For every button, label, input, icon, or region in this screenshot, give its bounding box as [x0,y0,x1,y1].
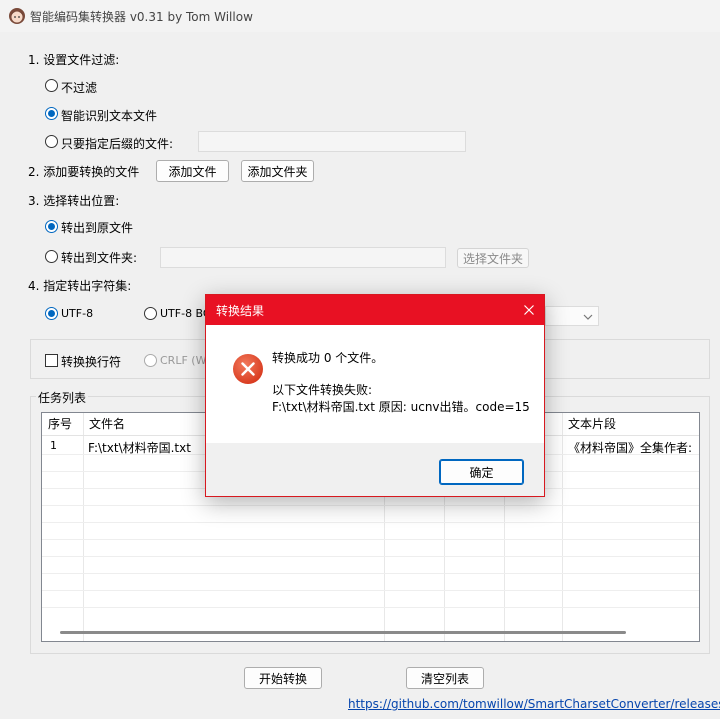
chevron-down-icon [582,311,594,321]
app-avatar-icon [8,7,26,25]
radio-utf8-bom-label: UTF-8 BO [160,307,212,320]
column-header-filename[interactable]: 文件名 [83,413,125,435]
radio-crlf[interactable] [144,354,157,367]
radio-no-filter[interactable] [45,79,58,92]
dialog-title-bar[interactable]: 转换结果 [206,295,544,325]
column-header-snippet[interactable]: 文本片段 [562,413,616,435]
add-folder-button[interactable]: 添加文件夹 [241,160,314,182]
start-convert-button[interactable]: 开始转换 [244,667,322,689]
choose-folder-button[interactable]: 选择文件夹 [457,248,529,268]
step2-label: 2. 添加要转换的文件 [28,165,140,179]
radio-output-folder[interactable] [45,250,58,263]
clear-list-button[interactable]: 清空列表 [406,667,484,689]
output-folder-input[interactable] [160,247,446,268]
task-list-label: 任务列表 [36,389,89,406]
row1-snippet: 《材料帝国》全集作者: [568,441,693,455]
row1-index: 1 [50,439,57,452]
error-x-icon [232,353,264,385]
radio-smart-detect-label: 智能识别文本文件 [61,109,158,123]
radio-output-original-label: 转出到原文件 [61,221,134,235]
radio-utf8[interactable] [45,307,58,320]
ok-button[interactable]: 确定 [439,459,524,485]
radio-smart-detect[interactable] [45,107,58,120]
row1-filename: F:\txt\材料帝国.txt [88,441,191,455]
suffix-input[interactable] [198,131,466,152]
add-file-button[interactable]: 添加文件 [156,160,229,182]
step4-label: 4. 指定转出字符集: [28,279,132,293]
radio-suffix-only-label: 只要指定后缀的文件: [61,137,174,151]
radio-output-original[interactable] [45,220,58,233]
radio-utf8-label: UTF-8 [61,307,94,320]
radio-suffix-only[interactable] [45,135,58,148]
radio-no-filter-label: 不过滤 [61,81,98,95]
dialog-failed-detail: F:\txt\材料帝国.txt 原因: ucnv出错。code=15 [272,400,530,414]
dialog-body: 转换成功 0 个文件。 以下文件转换失败: F:\txt\材料帝国.txt 原因… [206,325,544,443]
dialog-failed-heading: 以下文件转换失败: [272,383,373,397]
result-dialog: 转换结果 转换成功 0 个文件。 以下文件转换失败: F:\txt\材料帝国.t… [205,294,545,497]
radio-output-folder-label: 转出到文件夹: [61,251,138,265]
convert-linebreak-checkbox[interactable] [45,354,58,367]
step1-label: 1. 设置文件过滤: [28,53,120,67]
convert-linebreak-label: 转换换行符 [61,355,122,369]
close-icon[interactable] [520,301,538,319]
dialog-title: 转换结果 [216,304,265,318]
releases-link[interactable]: https://github.com/tomwillow/SmartCharse… [348,697,720,711]
step3-label: 3. 选择转出位置: [28,194,120,208]
column-header-index[interactable]: 序号 [42,413,72,435]
horizontal-scrollbar[interactable] [60,631,626,634]
window-title: 智能编码集转换器 v0.31 by Tom Willow [30,10,253,24]
radio-crlf-label: CRLF (Wi [160,354,210,367]
radio-utf8-bom[interactable] [144,307,157,320]
dialog-success-text: 转换成功 0 个文件。 [272,351,384,365]
